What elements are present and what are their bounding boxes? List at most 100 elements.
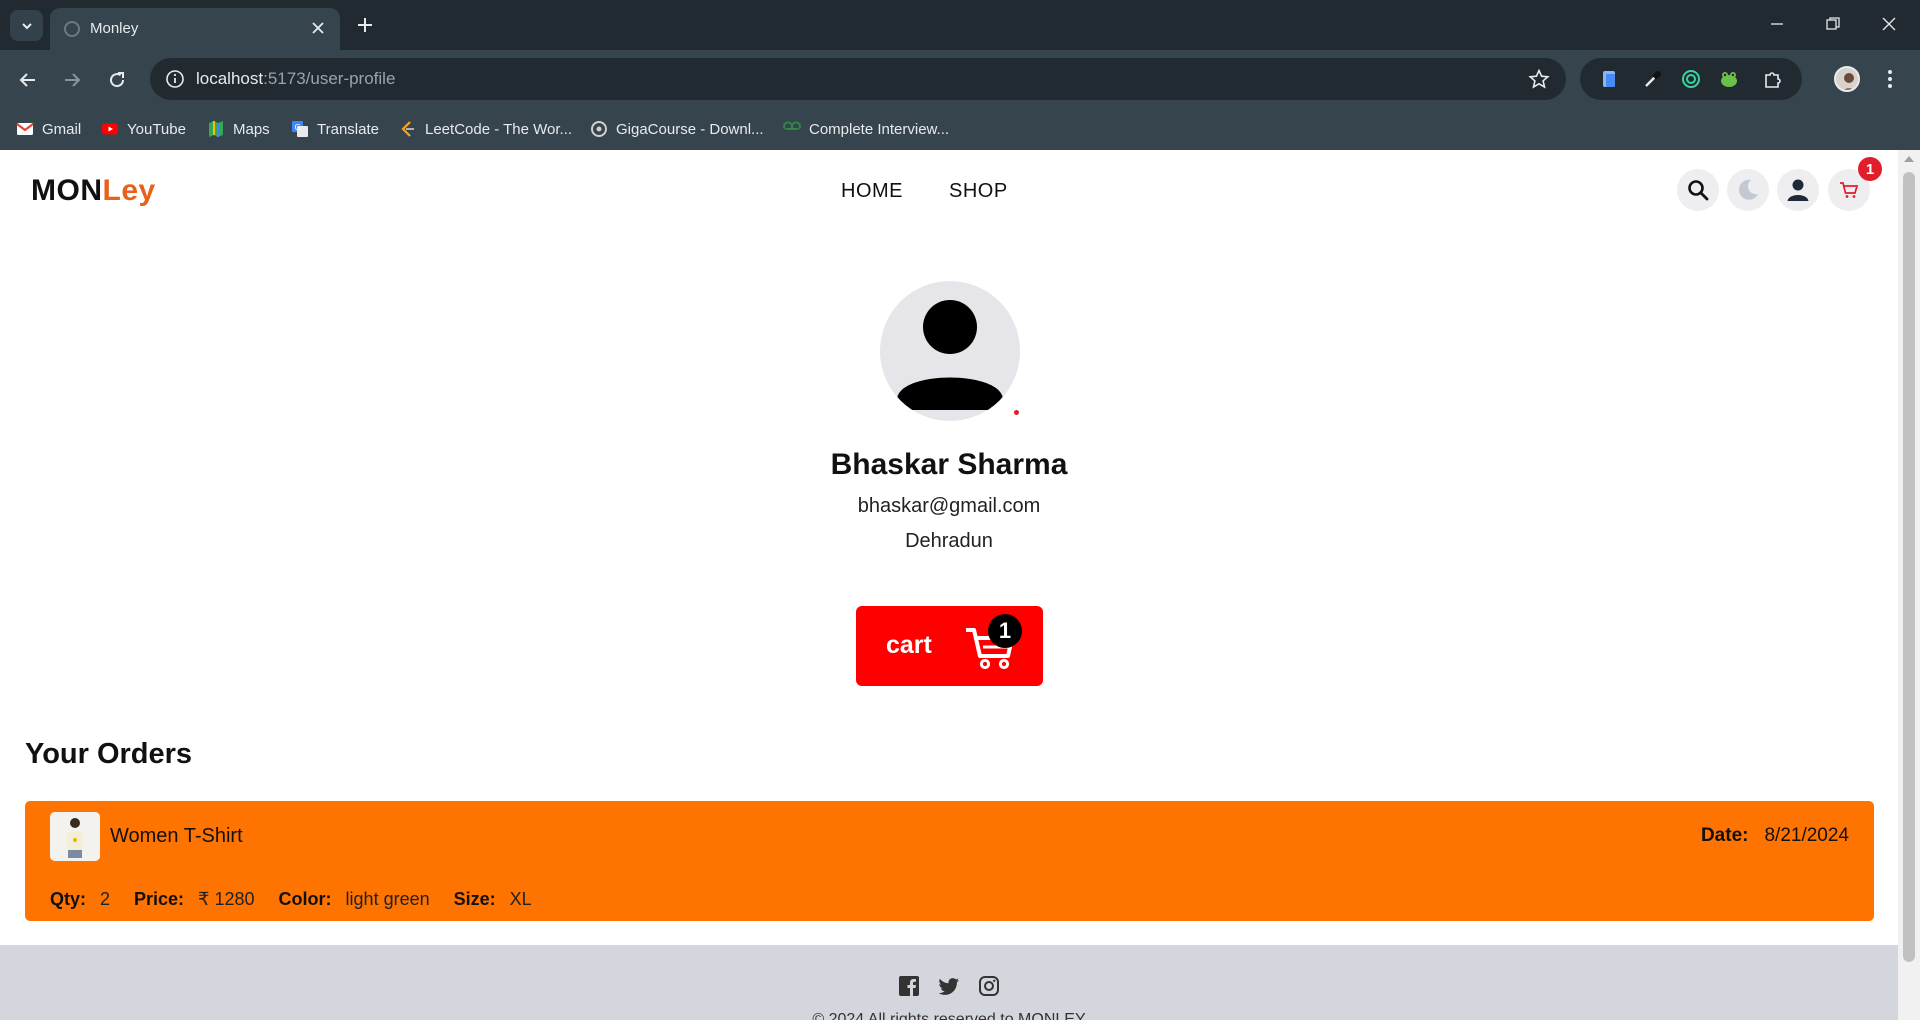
order-qty-value: 2 xyxy=(100,889,111,909)
restore-button[interactable] xyxy=(1818,11,1848,37)
bookmark-label: GigaCourse - Downl... xyxy=(616,120,764,138)
browser-menu-button[interactable] xyxy=(1880,66,1900,92)
more-vertical-icon xyxy=(1888,70,1892,88)
profile-avatar-large xyxy=(880,281,1020,421)
svg-text:G: G xyxy=(295,123,301,132)
browser-tab[interactable]: Monley xyxy=(50,8,340,50)
reload-button[interactable] xyxy=(102,65,132,95)
arrow-right-icon xyxy=(65,73,81,87)
minimize-button[interactable] xyxy=(1762,11,1792,37)
bookmark-star-icon[interactable] xyxy=(1528,68,1550,90)
gmail-icon xyxy=(16,123,34,135)
moon-icon xyxy=(1738,179,1758,200)
cart-button-label: cart xyxy=(886,631,932,659)
page-scrollbar[interactable] xyxy=(1898,150,1920,1020)
site-footer: © 2024 All rights reserved to MONLEY xyxy=(0,945,1898,1020)
user-icon xyxy=(897,300,1003,410)
order-date-label: Date: xyxy=(1700,825,1749,846)
chevron-down-icon xyxy=(21,22,32,29)
leetcode-icon xyxy=(401,121,414,137)
copyright-text: © 2024 All rights reserved to MONLEY xyxy=(812,1011,1086,1020)
globe-icon xyxy=(64,21,80,37)
facebook-icon[interactable] xyxy=(898,975,920,997)
profile-name: Bhaskar Sharma xyxy=(830,448,1068,481)
docs-extension-icon[interactable] xyxy=(1598,68,1620,90)
user-account-button[interactable] xyxy=(1777,169,1819,211)
puzzle-extensions-icon[interactable] xyxy=(1762,68,1784,90)
logo-part-2: Ley xyxy=(102,174,156,207)
bookmark-maps[interactable]: Maps xyxy=(207,118,270,140)
color-picker-extension-icon[interactable] xyxy=(1642,68,1664,90)
browser-toolbar: localhost:5173/user-profile xyxy=(0,50,1920,108)
site-logo[interactable]: MONLey xyxy=(31,174,156,208)
bookmark-gmail[interactable]: Gmail xyxy=(16,118,81,140)
bookmark-translate[interactable]: G Translate xyxy=(291,118,379,140)
search-button[interactable] xyxy=(1677,169,1719,211)
tab-search-button[interactable] xyxy=(10,10,43,41)
bookmark-gigacourse[interactable]: GigaCourse - Downl... xyxy=(590,118,764,140)
minimize-icon xyxy=(1771,23,1783,25)
url-path: :5173/user-profile xyxy=(263,69,396,88)
bookmark-label: Gmail xyxy=(42,120,82,138)
tab-title: Monley xyxy=(90,20,139,37)
instagram-icon[interactable] xyxy=(978,975,1000,997)
cart-button-count-badge: 1 xyxy=(988,614,1022,648)
tshirt-model-image xyxy=(50,812,100,861)
address-bar[interactable]: localhost:5173/user-profile xyxy=(150,58,1566,100)
order-qty-label: Qty: xyxy=(50,889,86,909)
new-tab-button[interactable] xyxy=(352,12,378,38)
bookmark-label: LeetCode - The Wor... xyxy=(425,120,573,138)
gigacourse-icon xyxy=(591,121,607,137)
search-icon xyxy=(1688,180,1709,201)
target-extension-icon[interactable] xyxy=(1680,68,1702,90)
order-date-value: 8/21/2024 xyxy=(1764,825,1849,846)
arrow-left-icon xyxy=(19,73,35,87)
order-price-value: ₹ 1280 xyxy=(198,889,255,909)
profile-cart-button[interactable]: cart 1 xyxy=(856,606,1043,686)
close-window-button[interactable] xyxy=(1874,11,1904,37)
maps-icon xyxy=(209,121,223,137)
bookmark-label: Complete Interview... xyxy=(809,120,950,138)
nav-home-link[interactable]: HOME xyxy=(841,180,903,203)
order-size: Size: XL xyxy=(454,889,532,910)
youtube-icon xyxy=(102,123,118,135)
browser-tab-bar: Monley xyxy=(0,0,1920,50)
order-price: Price: ₹ 1280 xyxy=(134,889,255,910)
close-icon xyxy=(1882,17,1896,31)
url-host: localhost xyxy=(196,69,264,88)
url-text[interactable]: localhost:5173/user-profile xyxy=(196,69,395,89)
bookmark-label: Translate xyxy=(317,120,379,138)
plus-icon xyxy=(358,18,372,32)
back-button[interactable] xyxy=(13,65,43,95)
translate-icon: G xyxy=(292,121,308,137)
twitter-icon[interactable] xyxy=(938,975,960,997)
user-icon xyxy=(1787,179,1809,201)
order-size-value: XL xyxy=(509,889,532,909)
cart-count-badge: 1 xyxy=(1858,157,1882,181)
person-photo-icon xyxy=(1843,73,1855,90)
orders-heading: Your Orders xyxy=(25,738,193,770)
forward-button[interactable] xyxy=(57,65,87,95)
nav-shop-link[interactable]: SHOP xyxy=(949,180,1008,203)
bookmark-gfg[interactable]: Complete Interview... xyxy=(783,118,949,140)
order-qty: Qty: 2 xyxy=(50,889,110,910)
order-color-label: Color: xyxy=(278,889,332,909)
scroll-up-arrow-icon[interactable] xyxy=(1904,156,1914,162)
extensions-area xyxy=(1580,58,1802,100)
bookmarks-bar: Gmail YouTube Maps G Translate LeetCode … xyxy=(0,108,1920,150)
site-info-icon[interactable] xyxy=(164,68,186,90)
close-tab-button[interactable] xyxy=(308,18,328,38)
bookmark-youtube[interactable]: YouTube xyxy=(101,118,186,140)
bookmark-leetcode[interactable]: LeetCode - The Wor... xyxy=(399,118,572,140)
dark-mode-toggle[interactable] xyxy=(1727,169,1769,211)
gfg-icon xyxy=(783,121,801,130)
frog-extension-icon[interactable] xyxy=(1718,68,1740,90)
order-product-name: Women T-Shirt xyxy=(110,825,243,847)
order-card[interactable]: Women T-Shirt Date: 8/21/2024 Qty: 2 Pri… xyxy=(25,801,1874,921)
profile-email: bhaskar@gmail.com xyxy=(857,495,1041,517)
bookmark-label: Maps xyxy=(233,120,270,138)
profile-avatar[interactable] xyxy=(1834,66,1860,92)
restore-icon xyxy=(1826,17,1840,30)
scrollbar-thumb[interactable] xyxy=(1903,172,1915,962)
profile-city: Dehradun xyxy=(905,530,993,552)
